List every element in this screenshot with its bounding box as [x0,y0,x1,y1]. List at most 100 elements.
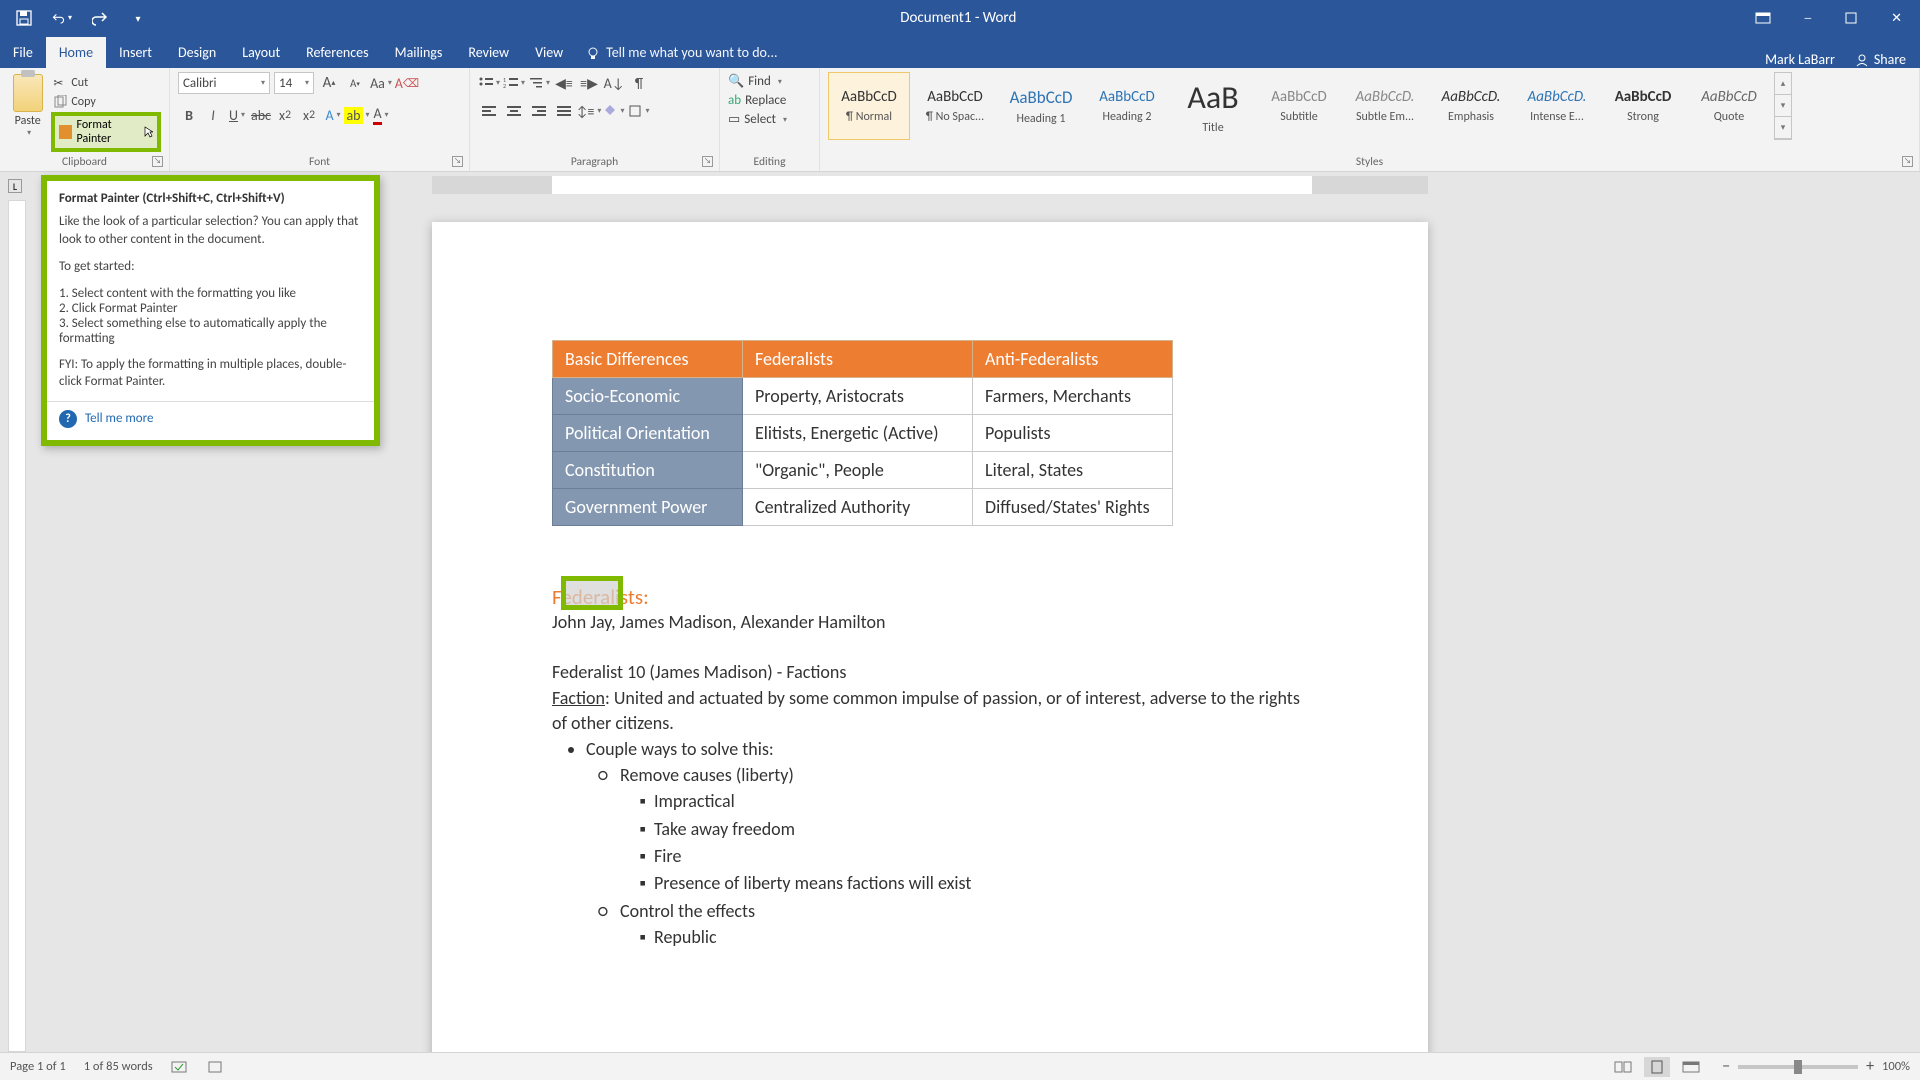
tab-review[interactable]: Review [455,37,522,68]
save-icon[interactable] [14,8,34,28]
sort-icon[interactable]: A↓ [603,72,625,94]
decrease-indent-icon[interactable]: ◀≡ [553,72,575,94]
tab-design[interactable]: Design [165,37,229,68]
align-right-icon[interactable] [528,100,550,122]
increase-indent-icon[interactable]: ≡▶ [578,72,600,94]
underline-button[interactable]: U▾ [226,104,248,126]
zoom-slider[interactable] [1738,1065,1858,1069]
subscript-button[interactable]: x2 [274,104,296,126]
tab-selector-icon[interactable]: L [8,179,22,193]
paste-button[interactable]: Paste ▾ [8,72,47,138]
redo-icon[interactable] [90,8,110,28]
qat-customize-icon[interactable]: ▾ [128,8,148,28]
paragraph-launcher-icon[interactable]: ↘ [702,156,713,167]
page-indicator[interactable]: Page 1 of 1 [10,1059,66,1074]
word-count[interactable]: 1 of 85 words [84,1059,153,1074]
ribbon-display-icon[interactable] [1755,12,1771,24]
styles-scroll[interactable]: ▴▾▾ [1774,72,1792,140]
style-quote[interactable]: AaBbCcDQuote [1688,72,1770,140]
spellcheck-icon[interactable] [171,1060,189,1074]
justify-icon[interactable] [553,100,575,122]
document-page[interactable]: Basic Differences Federalists Anti-Feder… [432,222,1428,1052]
style-strong[interactable]: AaBbCcDStrong [1602,72,1684,140]
editing-group-label: Editing [754,155,786,169]
print-layout-icon[interactable] [1644,1057,1670,1077]
style-heading-2[interactable]: AaBbCcDHeading 2 [1086,72,1168,140]
authors-line: John Jay, James Madison, Alexander Hamil… [552,610,1308,635]
zoom-in-button[interactable]: + [1866,1057,1874,1076]
tell-me-search[interactable]: Tell me what you want to do... [576,37,787,68]
tab-mailings[interactable]: Mailings [382,37,456,68]
numbering-icon[interactable]: 12▾ [503,72,525,94]
clipboard-launcher-icon[interactable]: ↘ [152,156,163,167]
macro-icon[interactable] [207,1060,223,1074]
close-icon[interactable]: ✕ [1891,11,1902,26]
horizontal-ruler[interactable] [432,172,1920,200]
style-title[interactable]: AaBTitle [1172,72,1254,140]
font-color-icon[interactable]: A▾ [370,104,392,126]
style-subtitle[interactable]: AaBbCcDSubtitle [1258,72,1340,140]
replace-button[interactable]: abReplace [728,91,786,110]
read-mode-icon[interactable] [1610,1057,1636,1077]
style-emphasis[interactable]: AaBbCcD.Emphasis [1430,72,1512,140]
shrink-font-icon[interactable]: A▾ [344,72,366,94]
strike-button[interactable]: abc [250,104,272,126]
format-painter-button[interactable]: Format Painter [51,112,161,152]
cursor-icon [144,126,153,138]
tab-view[interactable]: View [522,37,576,68]
font-size-combo[interactable]: 14▾ [274,72,314,94]
document-title: Document1 - Word [162,9,1755,27]
bold-button[interactable]: B [178,104,200,126]
grow-font-icon[interactable]: A▴ [318,72,340,94]
bullets-icon[interactable]: ▾ [478,72,500,94]
superscript-button[interactable]: x2 [298,104,320,126]
user-name[interactable]: Mark LaBarr [1765,51,1835,68]
vertical-ruler[interactable] [8,200,26,1052]
list-item: Republic [654,924,1308,951]
tab-home[interactable]: Home [46,37,106,68]
borders-icon[interactable]: ▾ [628,100,650,122]
tab-insert[interactable]: Insert [106,37,165,68]
text-effects-icon[interactable]: A▾ [322,104,344,126]
web-layout-icon[interactable] [1678,1057,1704,1077]
tab-file[interactable]: File [0,37,46,68]
share-button[interactable]: Share [1855,51,1906,68]
minimize-icon[interactable]: ─ [1805,11,1812,26]
tell-me-more-link[interactable]: ?Tell me more [59,410,362,428]
zoom-level[interactable]: 100% [1882,1059,1910,1074]
style--no-spac-[interactable]: AaBbCcD¶ No Spac... [914,72,996,140]
font-launcher-icon[interactable]: ↘ [452,156,463,167]
maximize-icon[interactable] [1845,12,1857,24]
find-button[interactable]: 🔍Find▾ [728,72,782,91]
align-center-icon[interactable] [503,100,525,122]
align-left-icon[interactable] [478,100,500,122]
font-name-combo[interactable]: Calibri▾ [178,72,270,94]
list-item: Impractical [654,788,1308,815]
clear-format-icon[interactable]: A⌫ [396,72,418,94]
style--normal[interactable]: AaBbCcD¶ Normal [828,72,910,140]
tab-references[interactable]: References [293,37,381,68]
share-icon [1855,53,1869,67]
italic-button[interactable]: I [202,104,224,126]
cut-button[interactable]: ✂Cut [51,74,161,92]
copy-button[interactable]: Copy [51,93,161,111]
paragraph-group-label: Paragraph [571,155,618,169]
select-button[interactable]: ▭Select▾ [728,110,787,129]
line-spacing-icon[interactable]: ↕≡▾ [578,100,600,122]
tooltip-title: Format Painter (Ctrl+Shift+C, Ctrl+Shift… [59,191,362,206]
style-intense-e-[interactable]: AaBbCcD.Intense E... [1516,72,1598,140]
style-subtle-em-[interactable]: AaBbCcD.Subtle Em... [1344,72,1426,140]
help-icon: ? [59,410,77,428]
change-case-icon[interactable]: Aa▾ [370,72,392,94]
multilevel-icon[interactable]: ▾ [528,72,550,94]
shading-icon[interactable]: ▾ [603,100,625,122]
styles-launcher-icon[interactable]: ↘ [1902,156,1913,167]
styles-group-label: Styles [1356,155,1383,169]
zoom-out-button[interactable]: − [1722,1057,1730,1076]
tab-layout[interactable]: Layout [229,37,293,68]
show-marks-icon[interactable]: ¶ [628,72,650,94]
highlight-icon[interactable]: ab▾ [346,104,368,126]
style-heading-1[interactable]: AaBbCcDHeading 1 [1000,72,1082,140]
undo-icon[interactable]: ▾ [52,8,72,28]
list-item: Couple ways to solve this: Remove causes… [586,736,1308,954]
